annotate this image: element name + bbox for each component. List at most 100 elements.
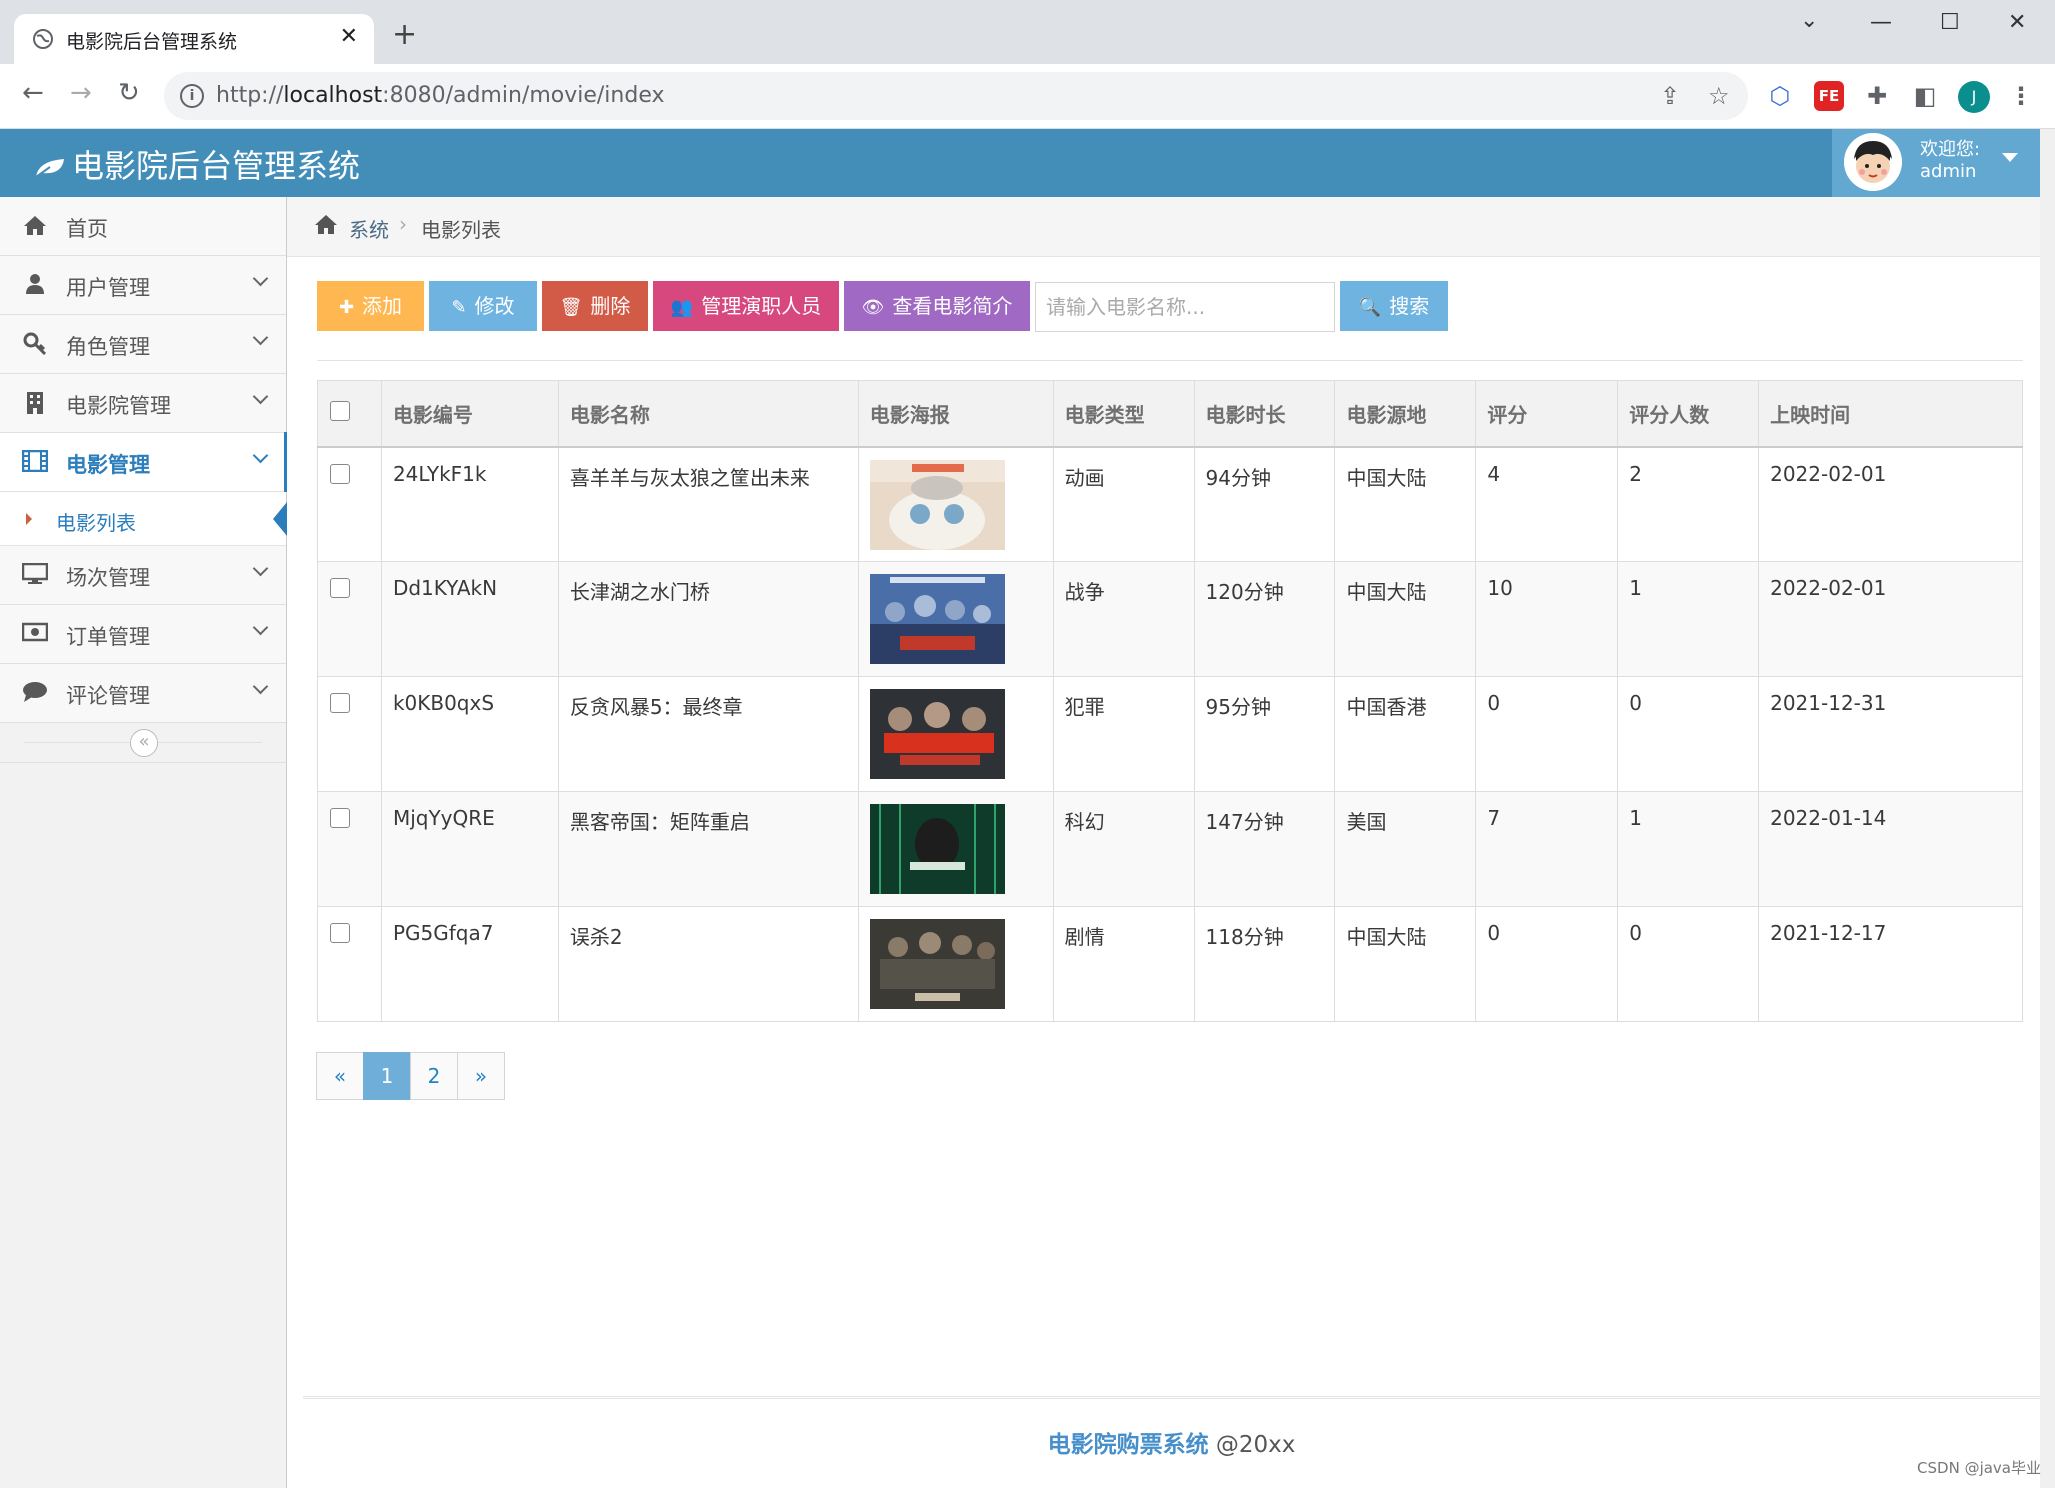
- profile-avatar[interactable]: J: [1958, 81, 1990, 113]
- movie-vote-count: 0: [1617, 906, 1760, 1022]
- desktop-icon: [21, 562, 49, 587]
- toolbar-divider: [317, 360, 2023, 361]
- plus-icon: ✚: [338, 297, 355, 318]
- extensions-puzzle-icon[interactable]: ✚: [1862, 81, 1892, 111]
- side-panel-icon[interactable]: ◧: [1910, 81, 1940, 111]
- view-intro-button[interactable]: 👁 查看电影简介: [844, 281, 1030, 331]
- table-row[interactable]: PG5Gfqa7 误杀2 剧情 118分钟 中国大陆 0 0 2021-12-1…: [317, 906, 2023, 1022]
- leaf-icon: [35, 159, 64, 178]
- sidebar-collapse: «: [0, 723, 286, 763]
- welcome-label: 欢迎您:: [1920, 139, 1981, 160]
- users-icon: 👥: [670, 297, 694, 318]
- table-row[interactable]: Dd1KYAkN 长津湖之水门桥 战争 120分钟 中国大陆 10 1 2022…: [317, 561, 2023, 677]
- pagination-next[interactable]: »: [457, 1052, 505, 1100]
- column-header[interactable]: 电影类型: [1052, 380, 1195, 448]
- sidebar-subitem-movie-list[interactable]: 电影列表: [0, 492, 287, 546]
- row-checkbox[interactable]: [330, 693, 350, 713]
- pagination-page[interactable]: 2: [410, 1052, 458, 1100]
- poster-cell: [857, 791, 1054, 907]
- browser-tab[interactable]: 电影院后台管理系统 ✕: [14, 14, 374, 64]
- sidebar-item-sessions[interactable]: 场次管理: [0, 546, 286, 605]
- movie-name: 黑客帝国：矩阵重启: [557, 791, 859, 907]
- edit-button[interactable]: ✎ 修改: [429, 281, 537, 331]
- sidebar-item-users[interactable]: 用户管理: [0, 256, 286, 315]
- column-header[interactable]: 电影源地: [1334, 380, 1477, 448]
- globe-icon: [33, 29, 53, 49]
- window-close-icon[interactable]: ✕: [2008, 10, 2026, 35]
- reload-icon[interactable]: ↻: [118, 80, 140, 106]
- home-icon: [313, 213, 339, 241]
- eye-icon: 👁: [861, 297, 885, 318]
- tab-search-chevron-icon[interactable]: ⌄: [1800, 8, 1818, 33]
- sidebar-item-orders[interactable]: 订单管理: [0, 605, 286, 664]
- manage-cast-button[interactable]: 👥 管理演职人员: [653, 281, 839, 331]
- movie-name-search-input[interactable]: [1035, 282, 1335, 332]
- tab-close-icon[interactable]: ✕: [340, 24, 358, 49]
- extension-fe-icon[interactable]: FE: [1814, 81, 1844, 111]
- menu-kebab-icon[interactable]: ⋮: [2006, 81, 2036, 111]
- movie-duration: 147分钟: [1193, 791, 1336, 907]
- sidebar-item-home[interactable]: 首页: [0, 197, 286, 256]
- minimize-icon[interactable]: —: [1870, 10, 1892, 35]
- search-button[interactable]: 🔍 搜索: [1340, 281, 1448, 331]
- movie-poster: [869, 689, 1005, 779]
- sidebar-item-comments[interactable]: 评论管理: [0, 664, 286, 723]
- sidebar-item-label: 首页: [66, 217, 108, 241]
- row-select-cell: [317, 676, 382, 792]
- row-checkbox[interactable]: [330, 923, 350, 943]
- movie-release-date: 2021-12-17: [1758, 906, 2023, 1022]
- sidebar-item-label: 电影院管理: [66, 394, 171, 418]
- row-checkbox[interactable]: [330, 578, 350, 598]
- table-row[interactable]: MjqYyQRE 黑客帝国：矩阵重启 科幻 147分钟 美国 7 1 2022-…: [317, 791, 2023, 907]
- footer-copyright: @20xx: [1208, 1432, 1296, 1458]
- maximize-icon[interactable]: ☐: [1940, 10, 1960, 35]
- row-select-cell: [317, 446, 382, 562]
- column-header[interactable]: 电影编号: [380, 380, 559, 448]
- column-header[interactable]: 电影名称: [557, 380, 859, 448]
- sidebar-subitem-label: 电影列表: [56, 511, 136, 535]
- bookmark-star-icon[interactable]: ☆: [1708, 82, 1730, 110]
- sidebar-item-label: 订单管理: [66, 625, 150, 649]
- pagination-page[interactable]: 1: [363, 1052, 411, 1100]
- site-info-icon[interactable]: i: [180, 84, 204, 108]
- user-menu[interactable]: 欢迎您: admin: [1832, 129, 2040, 197]
- movie-name: 喜羊羊与灰太狼之筐出未来: [557, 446, 859, 562]
- caret-right-icon: [26, 513, 32, 525]
- row-checkbox[interactable]: [330, 808, 350, 828]
- browser-tab-bar: 电影院后台管理系统 ✕ + ⌄ — ☐ ✕: [0, 0, 2055, 64]
- sidebar-item-movies[interactable]: 电影管理: [0, 432, 287, 492]
- delete-button[interactable]: 🗑 删除: [542, 281, 648, 331]
- watermark: CSDN @java毕业: [1917, 1459, 2041, 1477]
- share-icon[interactable]: ⇪: [1660, 82, 1680, 110]
- sidebar-item-label: 用户管理: [66, 276, 150, 300]
- sidebar-item-cinemas[interactable]: 电影院管理: [0, 374, 286, 433]
- table-row[interactable]: k0KB0qxS 反贪风暴5：最终章 犯罪 95分钟 中国香港 0 0 2021…: [317, 676, 2023, 792]
- new-tab-icon[interactable]: +: [392, 20, 417, 50]
- movie-id: MjqYyQRE: [380, 791, 559, 907]
- pagination-prev[interactable]: «: [316, 1052, 364, 1100]
- manage-cast-button-label: 管理演职人员: [701, 294, 822, 318]
- url-path: :8080/admin/movie/index: [382, 83, 665, 108]
- extension-hexagon-icon[interactable]: ⬡: [1765, 81, 1795, 111]
- address-bar[interactable]: i http://localhost:8080/admin/movie/inde…: [164, 72, 1748, 120]
- column-header[interactable]: 电影海报: [857, 380, 1054, 448]
- table-row[interactable]: 24LYkF1k 喜羊羊与灰太狼之筐出未来 动画 94分钟 中国大陆 4 2 2…: [317, 446, 2023, 562]
- url-text: http://localhost:8080/admin/movie/index: [216, 83, 665, 108]
- row-checkbox[interactable]: [330, 463, 350, 484]
- forward-icon[interactable]: →: [70, 80, 92, 106]
- sidebar-item-roles[interactable]: 角色管理: [0, 315, 286, 374]
- select-all-cell: [317, 380, 382, 448]
- movie-poster: [869, 804, 1005, 894]
- column-header[interactable]: 评分: [1475, 380, 1619, 448]
- caret-down-icon: [2002, 153, 2018, 162]
- column-header[interactable]: 上映时间: [1758, 380, 2023, 448]
- back-icon[interactable]: ←: [22, 80, 44, 106]
- movie-duration: 95分钟: [1193, 676, 1336, 792]
- column-header[interactable]: 电影时长: [1193, 380, 1336, 448]
- column-header[interactable]: 评分人数: [1617, 380, 1760, 448]
- add-button[interactable]: ✚ 添加: [317, 281, 424, 331]
- breadcrumb-root-link[interactable]: 系统: [349, 214, 389, 243]
- select-all-checkbox[interactable]: [330, 400, 350, 421]
- double-chevron-left-icon[interactable]: «: [130, 729, 158, 757]
- brand[interactable]: 电影院后台管理系统: [34, 141, 360, 187]
